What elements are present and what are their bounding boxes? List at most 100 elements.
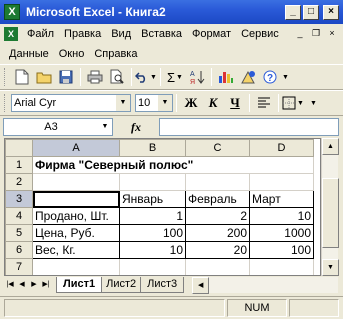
menu-tools[interactable]: Сервис xyxy=(236,28,284,40)
autosum-dropdown-icon[interactable]: ▼ xyxy=(176,74,183,81)
cell-b2[interactable] xyxy=(119,173,186,191)
cell-c6[interactable]: 20 xyxy=(185,241,250,259)
cell-a7[interactable] xyxy=(32,258,120,275)
print-icon[interactable] xyxy=(84,67,106,87)
name-box[interactable]: A3 ▼ xyxy=(3,118,113,136)
cell-d7[interactable] xyxy=(249,258,314,275)
menu-view[interactable]: Вид xyxy=(106,28,136,40)
cell-a6[interactable]: Вес, Кг. xyxy=(32,241,120,259)
chevron-down-icon[interactable]: ▼ xyxy=(158,95,172,111)
cell-d6[interactable]: 100 xyxy=(249,241,314,259)
workbook-icon[interactable]: X xyxy=(4,27,18,41)
help-icon[interactable]: ? xyxy=(259,67,281,87)
row-header-1[interactable]: 1 xyxy=(5,156,33,174)
scroll-left-icon[interactable]: ◀ xyxy=(192,277,210,294)
undo-dropdown-icon[interactable]: ▼ xyxy=(150,74,157,81)
toolbar-separator xyxy=(160,68,161,86)
toolbar-options-icon[interactable]: ▼ xyxy=(282,74,289,81)
autosum-icon[interactable]: Σ ▼ xyxy=(164,67,186,87)
cell-c7[interactable] xyxy=(185,258,250,275)
align-left-icon[interactable] xyxy=(253,93,275,113)
borders-icon[interactable]: ▼ xyxy=(282,93,304,113)
cell-b5[interactable]: 100 xyxy=(119,224,186,242)
cell-c4[interactable]: 2 xyxy=(185,207,250,225)
close-button[interactable]: × xyxy=(323,4,339,20)
cell-b7[interactable] xyxy=(119,258,186,275)
maximize-button[interactable]: □ xyxy=(303,4,319,20)
toolbar-options-icon[interactable]: ▼ xyxy=(310,100,317,107)
cell-d3[interactable]: Март xyxy=(249,190,314,208)
row-header-6[interactable]: 6 xyxy=(5,241,33,259)
row-header-4[interactable]: 4 xyxy=(5,207,33,225)
select-all-corner[interactable] xyxy=(5,139,33,157)
sort-ascending-icon[interactable]: АЯ xyxy=(186,67,208,87)
cell-a1[interactable]: Фирма "Северный полюс" xyxy=(32,156,314,174)
cell-a3[interactable] xyxy=(32,190,120,208)
cell-a2[interactable] xyxy=(32,173,120,191)
save-icon[interactable] xyxy=(55,67,77,87)
column-header-b[interactable]: B xyxy=(119,139,186,157)
menu-data[interactable]: Данные xyxy=(4,48,54,60)
row-header-5[interactable]: 5 xyxy=(5,224,33,242)
menu-edit[interactable]: Правка xyxy=(59,28,106,40)
font-name-select[interactable]: Arial Cyr ▼ xyxy=(11,94,131,112)
chart-wizard-icon[interactable] xyxy=(215,67,237,87)
underline-button[interactable]: Ч xyxy=(224,93,246,113)
vertical-scroll-thumb[interactable] xyxy=(322,178,339,248)
next-sheet-icon[interactable]: ▶ xyxy=(28,278,40,292)
minimize-button[interactable]: _ xyxy=(285,4,301,20)
cell-b6[interactable]: 10 xyxy=(119,241,186,259)
cell-c2[interactable] xyxy=(185,173,250,191)
open-folder-icon[interactable] xyxy=(33,67,55,87)
excel-app-icon[interactable]: X xyxy=(4,4,20,20)
cell-d5[interactable]: 1000 xyxy=(249,224,314,242)
sheet-tab-2[interactable]: Лист2 xyxy=(99,277,144,293)
menu-file[interactable]: Файл xyxy=(22,28,59,40)
font-size-select[interactable]: 10 ▼ xyxy=(135,94,173,112)
horizontal-scrollbar[interactable]: ◀ xyxy=(192,277,338,294)
cell-d4[interactable]: 10 xyxy=(249,207,314,225)
toolbar-grip[interactable] xyxy=(4,94,7,112)
chevron-down-icon[interactable]: ▼ xyxy=(98,119,112,135)
cell-d2[interactable] xyxy=(249,173,314,191)
last-sheet-icon[interactable]: ▶| xyxy=(40,278,52,292)
row-header-2[interactable]: 2 xyxy=(5,173,33,191)
cell-a5[interactable]: Цена, Руб. xyxy=(32,224,120,242)
row-header-3[interactable]: 3 xyxy=(5,190,33,208)
formula-input[interactable] xyxy=(159,118,339,136)
scroll-down-icon[interactable]: ▼ xyxy=(322,259,339,276)
worksheet-grid[interactable]: A B C D 1 Фирма "Северный полюс" 2 3 Янв… xyxy=(4,138,321,276)
column-header-c[interactable]: C xyxy=(185,139,250,157)
first-sheet-icon[interactable]: |◀ xyxy=(4,278,16,292)
cell-c3[interactable]: Февраль xyxy=(185,190,250,208)
sheet-tab-3[interactable]: Лист3 xyxy=(140,277,185,293)
scroll-up-icon[interactable]: ▲ xyxy=(322,138,339,155)
menu-help[interactable]: Справка xyxy=(89,48,142,60)
cell-c5[interactable]: 200 xyxy=(185,224,250,242)
print-preview-icon[interactable] xyxy=(106,67,128,87)
insert-function-icon[interactable]: fx xyxy=(113,120,159,135)
cell-b4[interactable]: 1 xyxy=(119,207,186,225)
new-document-icon[interactable] xyxy=(11,67,33,87)
cell-b3[interactable]: Январь xyxy=(119,190,186,208)
workbook-close-button[interactable]: × xyxy=(325,28,339,40)
chevron-down-icon[interactable]: ▼ xyxy=(116,95,130,111)
borders-dropdown-icon[interactable]: ▼ xyxy=(297,100,304,107)
drawing-icon[interactable] xyxy=(237,67,259,87)
prev-sheet-icon[interactable]: ◀ xyxy=(16,278,28,292)
menu-insert[interactable]: Вставка xyxy=(136,28,187,40)
menu-window[interactable]: Окно xyxy=(54,48,90,60)
workbook-restore-button[interactable]: ❐ xyxy=(309,28,323,40)
bold-button[interactable]: Ж xyxy=(180,93,202,113)
italic-button[interactable]: К xyxy=(202,93,224,113)
undo-icon[interactable]: ▼ xyxy=(135,67,157,87)
menu-format[interactable]: Формат xyxy=(187,28,236,40)
workbook-minimize-button[interactable]: _ xyxy=(293,28,307,40)
column-header-a[interactable]: A xyxy=(32,139,120,157)
column-header-d[interactable]: D xyxy=(249,139,314,157)
vertical-scrollbar[interactable]: ▲ ▼ xyxy=(321,138,339,276)
row-header-7[interactable]: 7 xyxy=(5,258,33,275)
sheet-tab-1[interactable]: Лист1 xyxy=(56,277,103,293)
cell-a4[interactable]: Продано, Шт. xyxy=(32,207,120,225)
toolbar-grip[interactable] xyxy=(4,68,7,86)
